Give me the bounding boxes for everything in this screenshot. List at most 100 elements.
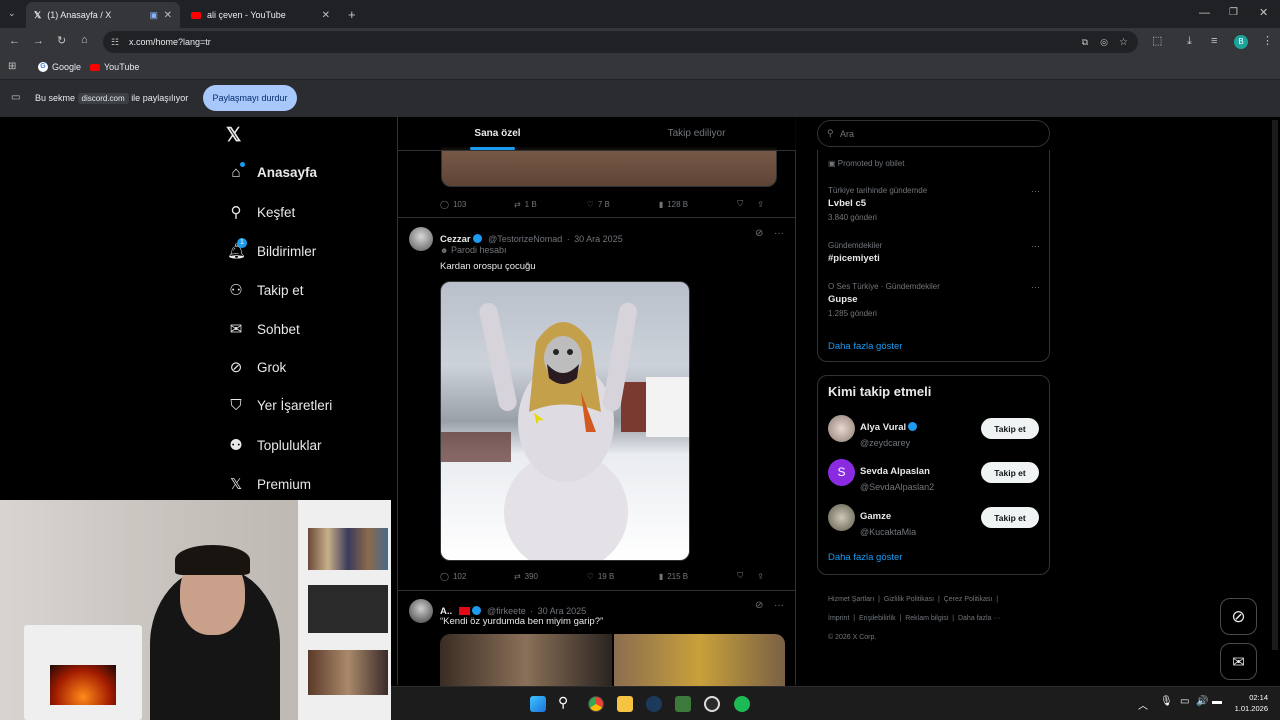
footer-link[interactable]: Çerez Politikası — [944, 596, 993, 603]
repost-icon[interactable]: ⇄ — [514, 572, 521, 581]
trend-item[interactable]: O Ses Türkiye · Gündemdekiler Gupse 1.285 … — [828, 282, 1040, 318]
close-window-icon[interactable]: ✕ — [1259, 8, 1268, 19]
avatar[interactable] — [828, 504, 855, 531]
messages-float-button[interactable]: ✉ — [1220, 643, 1257, 680]
profile-avatar[interactable]: B — [1234, 35, 1248, 49]
back-icon[interactable]: ← — [9, 36, 20, 47]
footer-link[interactable]: Hizmet Şartları — [828, 596, 874, 603]
footer-link[interactable]: Daha fazla ··· — [958, 615, 1000, 622]
bookmark-icon[interactable]: ⛉ — [737, 571, 743, 581]
site-info-icon[interactable]: ☷ — [111, 37, 119, 48]
follow-user-info[interactable]: Gamze @KucaktaMia — [860, 506, 916, 537]
nav-item-5[interactable]: ⊘ Grok — [227, 358, 287, 376]
grok-analyze-icon[interactable]: ⊘ — [755, 229, 763, 239]
avatar[interactable] — [828, 415, 855, 442]
nav-item-1[interactable]: ⚲ Keşfet — [227, 203, 296, 221]
follow-user-info[interactable]: Sevda Alpaslan @SevdaAlpaslan2 — [860, 461, 934, 492]
follow-user-info[interactable]: Alya Vural @zeydcarey — [860, 417, 919, 448]
like-icon[interactable]: ♡ — [587, 572, 594, 581]
avatar[interactable] — [409, 599, 433, 623]
search-input[interactable]: ⚲ Ara — [817, 120, 1050, 147]
restore-icon[interactable]: ❐ — [1229, 8, 1238, 18]
menu-icon[interactable]: ⋮ — [1262, 36, 1273, 47]
tweet-image[interactable] — [440, 281, 690, 561]
grok-float-button[interactable]: ⊘ — [1220, 598, 1257, 635]
reply-icon[interactable]: ◯ — [440, 572, 449, 581]
show-more-follow-link[interactable]: Daha fazla göster — [828, 552, 902, 563]
reply-icon[interactable]: ◯ — [440, 200, 449, 209]
extensions-icon[interactable]: ⬚ — [1152, 36, 1162, 47]
views-icon[interactable]: ▮ — [659, 572, 663, 581]
trend-item[interactable]: Türkiye tarihinde gündemde Lvbel c5 3.840 … — [828, 186, 1040, 222]
media-icon[interactable]: ≡ — [1211, 36, 1217, 47]
footer-link[interactable]: Reklam bilgisi — [905, 615, 948, 622]
chevron-up-icon[interactable]: ︿ — [1138, 697, 1148, 712]
nav-item-0[interactable]: ⌂ Anasayfa — [227, 162, 317, 181]
repost-icon[interactable]: ⇄ — [514, 200, 521, 209]
close-icon[interactable]: ✕ — [164, 10, 172, 21]
bookmark-google[interactable]: G Google — [38, 62, 81, 72]
battery-icon[interactable]: ▬ — [1212, 696, 1222, 707]
tab-for-you[interactable]: Sana özel — [398, 117, 597, 150]
like-icon[interactable]: ♡ — [587, 200, 594, 209]
network-icon[interactable]: ▭ — [1180, 696, 1189, 707]
file-explorer-icon[interactable] — [617, 696, 633, 712]
app-icon[interactable] — [675, 696, 691, 712]
close-icon[interactable]: ✕ — [322, 10, 330, 21]
tab-following[interactable]: Takip ediliyor — [597, 117, 796, 150]
nav-item-4[interactable]: ✉ Sohbet — [227, 320, 300, 338]
chrome-icon[interactable] — [588, 696, 604, 712]
spotify-icon[interactable] — [734, 696, 750, 712]
nav-item-7[interactable]: ⚉ Topluluklar — [227, 436, 321, 454]
tweet-author[interactable]: Cezzar — [440, 234, 471, 245]
follow-button[interactable]: Takip et — [981, 418, 1039, 439]
stop-sharing-button[interactable]: Paylaşmayı durdur — [203, 85, 297, 111]
new-tab-icon[interactable]: + — [348, 8, 356, 21]
footer-link[interactable]: Gizlilik Politikası — [884, 596, 934, 603]
scrollbar[interactable] — [1272, 120, 1278, 650]
tab-search-icon[interactable]: ⌄ — [8, 9, 16, 18]
windows-start-icon[interactable] — [530, 696, 546, 712]
address-bar[interactable]: ☷ x.com/home?lang=tr ⧉ ◎ ☆ — [103, 31, 1138, 53]
eye-off-icon[interactable]: ◎ — [1100, 37, 1108, 48]
mic-icon[interactable]: 🎙 — [1160, 696, 1173, 707]
x-logo-icon[interactable]: 𝕏 — [226, 124, 241, 147]
nav-item-8[interactable]: 𝕏 Premium — [227, 475, 311, 493]
search-taskbar-icon[interactable]: ⚲ — [558, 694, 568, 711]
home-browser-icon[interactable]: ⌂ — [81, 35, 88, 46]
reload-icon[interactable]: ↻ — [57, 36, 66, 47]
steam-icon[interactable] — [646, 696, 662, 712]
nav-item-3[interactable]: ⚇ Takip et — [227, 281, 303, 299]
minimize-icon[interactable]: — — [1199, 8, 1210, 19]
nav-item-2[interactable]: 🔔︎ 1 Bildirimler — [227, 238, 316, 260]
more-icon[interactable]: ··· — [1031, 282, 1040, 292]
bookmark-icon[interactable]: ⛉ — [737, 199, 743, 209]
more-icon[interactable]: ··· — [774, 229, 784, 239]
apps-icon[interactable]: ⊞ — [8, 62, 16, 72]
footer-link[interactable]: Erişilebilirlik — [859, 615, 896, 622]
follow-button[interactable]: Takip et — [981, 507, 1039, 528]
volume-icon[interactable]: 🔊 — [1196, 696, 1208, 707]
show-more-trends-link[interactable]: Daha fazla göster — [828, 341, 902, 352]
avatar[interactable] — [409, 227, 433, 251]
bookmark-youtube[interactable]: YouTube — [90, 62, 139, 72]
tweet-image[interactable] — [440, 634, 785, 686]
grok-analyze-icon[interactable]: ⊘ — [755, 601, 763, 611]
tweet-handle[interactable]: @firkeete — [487, 606, 526, 616]
install-icon[interactable]: ⧉ — [1082, 37, 1088, 48]
tab-youtube[interactable]: ali çeven - YouTube ✕ — [183, 2, 338, 28]
tweet-date[interactable]: 30 Ara 2025 — [538, 606, 587, 616]
footer-link[interactable]: İmprint — [828, 615, 849, 622]
more-icon[interactable]: ··· — [774, 601, 784, 611]
download-icon[interactable]: ⤓ — [1187, 36, 1192, 47]
forward-icon[interactable]: → — [33, 36, 44, 47]
clock[interactable]: 02:14 1.01.2026 — [1232, 692, 1268, 714]
obs-icon[interactable] — [704, 696, 720, 712]
share-icon[interactable]: ⇪ — [757, 572, 764, 581]
trend-item[interactable]: Gündemdekiler #picemiyeti ··· — [828, 241, 1040, 268]
tweet-date[interactable]: 30 Ara 2025 — [574, 234, 623, 244]
follow-button[interactable]: Takip et — [981, 462, 1039, 483]
tweet-image[interactable] — [441, 147, 777, 187]
views-icon[interactable]: ▮ — [659, 200, 663, 209]
more-icon[interactable]: ··· — [1031, 186, 1040, 196]
